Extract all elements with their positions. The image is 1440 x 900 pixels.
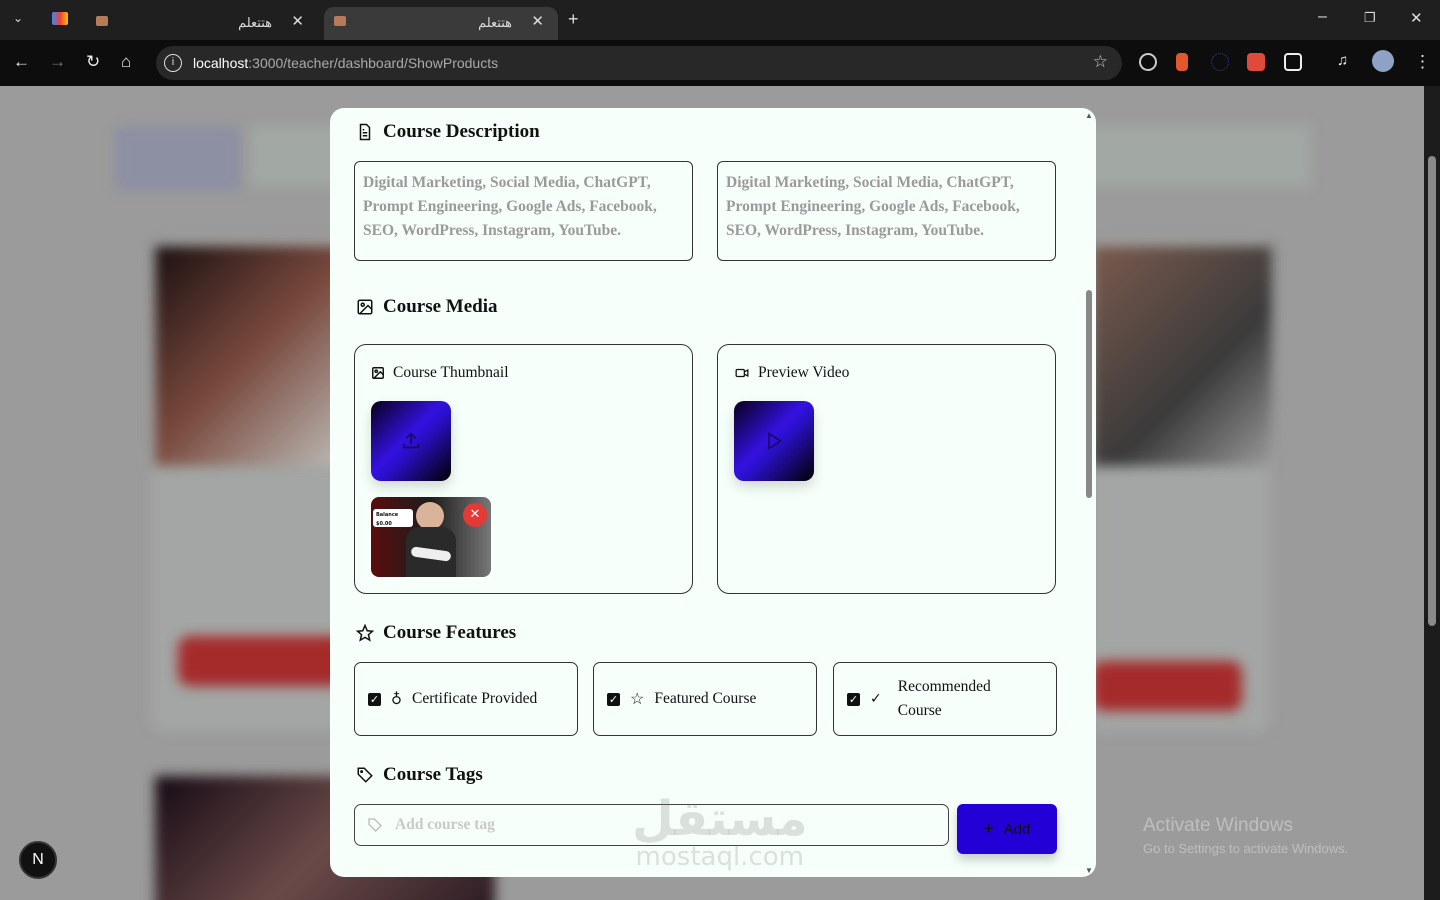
preview-video-label: Preview Video <box>734 364 849 382</box>
thumbnail-balance-badge: Balance $0.00 <box>373 509 413 527</box>
bg-card-image <box>155 246 345 466</box>
media-control-icon[interactable]: ♫ <box>1337 52 1348 69</box>
recommended-checkbox[interactable]: ✓ <box>847 692 860 706</box>
forward-icon[interactable]: → <box>49 52 66 72</box>
feature-certificate[interactable]: ✓ ♁ Certificate Provided <box>354 662 578 736</box>
feature-featured[interactable]: ✓ ☆ Featured Course <box>593 662 817 736</box>
star-icon: ☆ <box>630 691 645 708</box>
add-tag-button[interactable]: + Add <box>957 804 1057 854</box>
upload-video-button[interactable] <box>734 401 814 481</box>
remove-thumbnail-button[interactable]: ✕ <box>463 503 487 527</box>
scroll-down-icon[interactable]: ▼ <box>1085 866 1093 875</box>
feature-recommended[interactable]: ✓ ✓ Recommended Course <box>833 662 1057 736</box>
tab-1[interactable]: هتتعلم ✕ <box>86 7 318 40</box>
preview-video-box: Preview Video <box>717 344 1056 594</box>
feature-label: Certificate Provided <box>412 690 538 707</box>
tag-icon <box>357 767 373 783</box>
check-icon: ✓ <box>870 691 882 707</box>
bg-card-button-right <box>1092 661 1242 711</box>
tab-strip: ⌄ هتتعلم ✕ هتتعلم ✕ + – ❐ ✕ <box>0 0 1440 40</box>
edit-course-modal: Course Description Digital Marketing, So… <box>330 108 1096 877</box>
document-icon <box>359 123 371 141</box>
award-icon: ♁ <box>391 691 402 708</box>
activate-windows-notice: Activate Windows Go to Settings to activ… <box>1143 815 1349 856</box>
image-icon <box>357 299 373 315</box>
tab-title: هتتعلم <box>478 15 512 30</box>
feature-label: Recommended Course <box>897 678 991 719</box>
menu-icon[interactable]: ⋮ <box>1414 52 1431 72</box>
site-info-icon[interactable]: i <box>164 54 182 72</box>
tab-search-button[interactable]: ⌄ <box>13 11 23 25</box>
profile-avatar[interactable] <box>1372 50 1394 72</box>
bg-card-image-right <box>1092 246 1272 466</box>
description-heading: Course Description <box>356 121 540 143</box>
image-icon <box>372 367 384 379</box>
media-heading: Course Media <box>356 296 498 318</box>
bookmark-star-icon[interactable]: ☆ <box>1093 52 1108 72</box>
features-heading: Course Features <box>356 622 516 644</box>
tags-heading: Course Tags <box>356 764 483 786</box>
thumbnail-label: Course Thumbnail <box>371 364 509 382</box>
featured-checkbox[interactable]: ✓ <box>607 692 620 706</box>
upload-thumbnail-button[interactable] <box>371 401 451 481</box>
browser-toolbar: ← → ↻ ⌂ i localhost:3000/teacher/dashboa… <box>0 40 1440 86</box>
url-text[interactable]: localhost:3000/teacher/dashboard/ShowPro… <box>193 55 498 71</box>
modal-scrollbar[interactable]: ▲ ▼ <box>1082 108 1096 877</box>
gmail-pinned-tab[interactable] <box>52 12 68 25</box>
tab-2-active[interactable]: هتتعلم ✕ <box>324 7 558 40</box>
close-window-button[interactable]: ✕ <box>1410 9 1423 27</box>
description-textarea-1[interactable]: Digital Marketing, Social Media, ChatGPT… <box>354 161 693 261</box>
modal-scrollbar-thumb[interactable] <box>1086 290 1092 498</box>
scroll-up-icon[interactable]: ▲ <box>1085 111 1093 120</box>
extension-hydrant-icon[interactable] <box>1176 53 1188 71</box>
extension-a-icon[interactable] <box>1211 53 1229 71</box>
address-bar[interactable]: i localhost:3000/teacher/dashboard/ShowP… <box>156 46 1122 80</box>
play-icon <box>768 431 783 451</box>
restore-button[interactable]: ❐ <box>1364 10 1376 26</box>
extension-target-icon[interactable] <box>1139 53 1157 71</box>
back-icon[interactable]: ← <box>13 52 30 72</box>
thumbnail-box: Course Thumbnail Balance $0.00 ✕ <box>354 344 693 594</box>
reload-icon[interactable]: ↻ <box>86 52 100 72</box>
bg-card-button <box>178 636 348 686</box>
tab-favicon-icon <box>96 16 108 26</box>
description-textarea-2[interactable]: Digital Marketing, Social Media, ChatGPT… <box>717 161 1056 261</box>
new-tab-button[interactable]: + <box>568 9 579 30</box>
tag-icon <box>368 818 382 832</box>
home-icon[interactable]: ⌂ <box>121 52 131 72</box>
extensions-puzzle-icon[interactable] <box>1284 53 1302 71</box>
tab-favicon-icon <box>334 16 346 26</box>
feature-label: Featured Course <box>654 690 757 707</box>
minimize-button[interactable]: – <box>1318 8 1327 26</box>
extension-red-icon[interactable] <box>1247 53 1265 71</box>
add-label: Add <box>1003 820 1031 838</box>
upload-icon <box>402 432 420 449</box>
bg-tab-button <box>115 126 240 191</box>
tag-input-placeholder: Add course tag <box>395 816 495 833</box>
star-icon <box>356 624 374 642</box>
course-tag-input[interactable]: Add course tag <box>354 804 949 846</box>
plus-icon: + <box>983 819 994 838</box>
video-icon <box>735 368 749 378</box>
nextjs-dev-badge[interactable]: N <box>19 841 57 879</box>
tab-close-icon[interactable]: ✕ <box>531 12 544 30</box>
certificate-checkbox[interactable]: ✓ <box>368 692 381 706</box>
page-scrollbar-thumb[interactable] <box>1428 156 1436 626</box>
page-scrollbar[interactable] <box>1424 86 1440 900</box>
tab-close-icon[interactable]: ✕ <box>291 12 304 30</box>
tab-title: هتتعلم <box>238 15 272 30</box>
